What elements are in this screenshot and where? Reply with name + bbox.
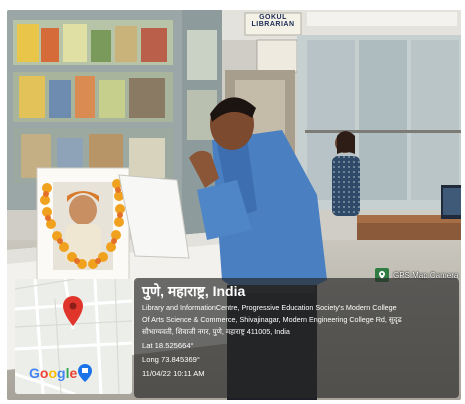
map-pin-icon (62, 295, 84, 332)
google-logo: Google (29, 365, 78, 381)
latitude: Lat 18.525664° (142, 341, 194, 350)
location-title: पुणे, महाराष्ट्र, India (142, 283, 246, 299)
library-sign-line2: LIBRARIAN (251, 21, 295, 28)
library-sign: GOKUL LIBRARIAN (245, 14, 301, 28)
map-thumbnail: Google (15, 279, 132, 394)
longitude: Long 73.845369° (142, 355, 200, 364)
address-line-3: सौभाग्यवती, शिवाजी नगर, पुणे, महाराष्ट्र… (142, 327, 290, 336)
address-line-1: Library and InformationCentre, Progressi… (142, 303, 397, 312)
photo-scene: GOKUL LIBRARIAN GPS Map Camera Google पु… (7, 10, 461, 400)
address-line-2: Of Arts Science & Commerce, Shivajinagar… (142, 315, 402, 324)
location-info-panel: पुणे, महाराष्ट्र, India Library and Info… (134, 278, 459, 398)
location-overlay: Google पुणे, महाराष्ट्र, India Library a… (7, 278, 461, 400)
library-sign-line1: GOKUL (259, 14, 287, 21)
timestamp: 11/04/22 10:11 AM (142, 369, 205, 378)
library-marker-icon (77, 363, 93, 388)
